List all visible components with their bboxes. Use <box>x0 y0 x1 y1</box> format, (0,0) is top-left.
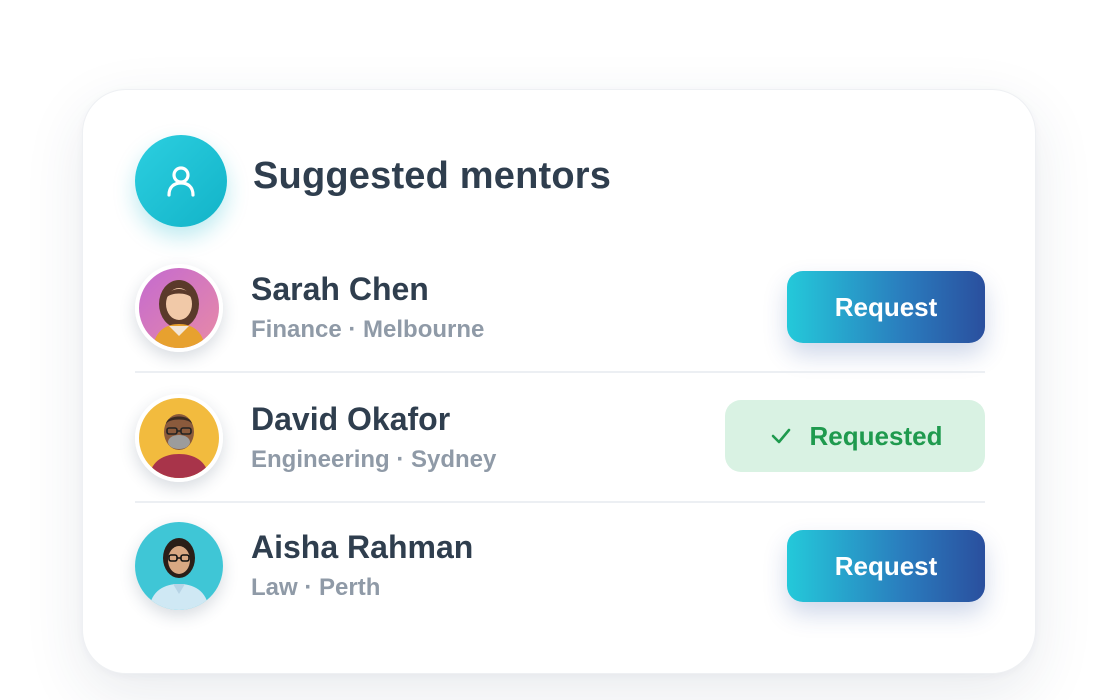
request-button-label: Request <box>834 550 938 581</box>
mentor-row-sarah-chen: Sarah Chen Finance · Melbourne Request <box>135 241 985 371</box>
mentor-meta: Law · Perth <box>251 574 381 601</box>
user-icon <box>135 135 227 227</box>
request-button[interactable]: Request <box>787 530 985 602</box>
check-icon <box>768 423 794 449</box>
request-button[interactable]: Request <box>787 271 985 343</box>
mentor-meta: Finance · Melbourne <box>251 316 485 343</box>
suggested-mentors-card: Suggested mentors Sarah Chen Finance · M… <box>82 89 1036 674</box>
card-title: Suggested mentors <box>253 155 612 197</box>
mentor-meta: Engineering · Sydney <box>251 446 497 473</box>
avatar <box>135 394 223 482</box>
requested-button-label: Requested <box>809 420 943 451</box>
mentor-name: Aisha Rahman <box>251 529 474 565</box>
avatar <box>135 264 223 352</box>
mentor-row-david-okafor: David Okafor Engineering · Sydney Reques… <box>135 371 985 503</box>
request-button-label: Request <box>834 291 938 322</box>
requested-button[interactable]: Requested <box>725 400 985 472</box>
mentor-row-aisha-rahman: Aisha Rahman Law · Perth Request <box>135 501 985 633</box>
mentor-name: David Okafor <box>251 401 451 437</box>
mentor-name: Sarah Chen <box>251 271 429 307</box>
avatar <box>135 522 223 610</box>
